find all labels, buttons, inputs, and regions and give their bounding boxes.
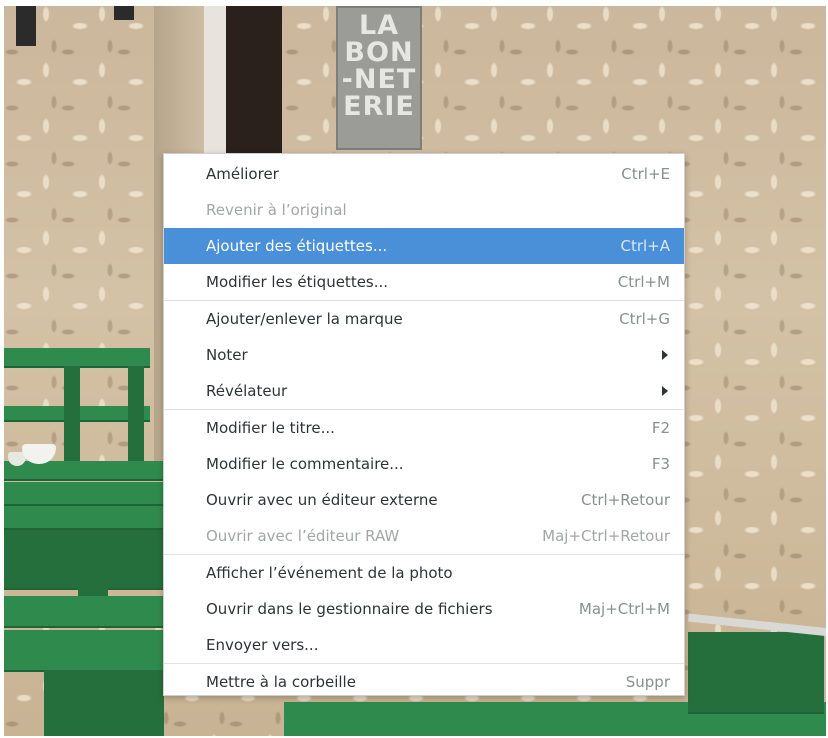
menu-item-shortcut: Suppr bbox=[625, 673, 670, 691]
table-plank bbox=[4, 482, 164, 506]
menu-item-label: Révélateur bbox=[206, 382, 288, 400]
menu-item-label: Ajouter/enlever la marque bbox=[206, 310, 403, 328]
menu-item-label: Ouvrir avec un éditeur externe bbox=[206, 491, 438, 509]
menu-item-noter[interactable]: Noter bbox=[164, 337, 684, 373]
door-frame bbox=[204, 6, 226, 156]
lower-bench bbox=[4, 630, 164, 672]
sign-line: ERIE bbox=[343, 91, 415, 122]
table-side bbox=[4, 530, 164, 590]
menu-item-shortcut: Maj+Ctrl+Retour bbox=[542, 527, 670, 545]
menu-item-envoyer-vers[interactable]: Envoyer vers... bbox=[164, 627, 684, 663]
menu-item-shortcut: Ctrl+A bbox=[620, 237, 670, 255]
menu-item-revelateur[interactable]: Révélateur bbox=[164, 373, 684, 409]
menu-item-ajouter-etiquettes[interactable]: Ajouter des étiquettes... Ctrl+A bbox=[164, 228, 684, 264]
menu-item-shortcut: F2 bbox=[651, 419, 670, 437]
menu-item-shortcut: Ctrl+E bbox=[621, 165, 670, 183]
sign-line: -NET bbox=[341, 64, 417, 95]
menu-item-label: Ajouter des étiquettes... bbox=[206, 237, 388, 255]
doorway bbox=[226, 6, 282, 156]
menu-item-label: Ouvrir dans le gestionnaire de fichiers bbox=[206, 600, 493, 618]
menu-item-label: Afficher l’événement de la photo bbox=[206, 564, 453, 582]
menu-item-mettre-corbeille[interactable]: Mettre à la corbeille Suppr bbox=[164, 664, 684, 700]
menu-item-modifier-etiquettes[interactable]: Modifier les étiquettes... Ctrl+M bbox=[164, 264, 684, 300]
menu-item-modifier-titre[interactable]: Modifier le titre... F2 bbox=[164, 410, 684, 446]
menu-item-afficher-evenement[interactable]: Afficher l’événement de la photo bbox=[164, 555, 684, 591]
menu-item-shortcut: Ctrl+M bbox=[617, 273, 670, 291]
sign-line: BON bbox=[344, 37, 414, 68]
bench-backrest bbox=[4, 348, 150, 368]
menu-item-label: Revenir à l’original bbox=[206, 201, 347, 219]
menu-item-label: Mettre à la corbeille bbox=[206, 673, 356, 691]
menu-item-label: Modifier le titre... bbox=[206, 419, 335, 437]
menu-item-label: Modifier le commentaire... bbox=[206, 455, 404, 473]
chevron-right-icon bbox=[662, 350, 668, 360]
menu-item-label: Améliorer bbox=[206, 165, 279, 183]
menu-item-label: Envoyer vers... bbox=[206, 636, 319, 654]
table-top bbox=[4, 461, 164, 481]
menu-item-modifier-commentaire[interactable]: Modifier le commentaire... F3 bbox=[164, 446, 684, 482]
lower-bench-side bbox=[44, 670, 164, 736]
menu-item-ouvrir-gestionnaire-fichiers[interactable]: Ouvrir dans le gestionnaire de fichiers … bbox=[164, 591, 684, 627]
menu-item-ajouter-enlever-marque[interactable]: Ajouter/enlever la marque Ctrl+G bbox=[164, 301, 684, 337]
menu-item-ameliorer[interactable]: Améliorer Ctrl+E bbox=[164, 156, 684, 192]
right-bench bbox=[688, 632, 824, 714]
menu-item-shortcut: F3 bbox=[651, 455, 670, 473]
menu-item-label: Ouvrir avec l’éditeur RAW bbox=[206, 527, 400, 545]
wall-lamp bbox=[114, 6, 134, 20]
menu-item-ouvrir-editeur-raw: Ouvrir avec l’éditeur RAW Maj+Ctrl+Retou… bbox=[164, 518, 684, 554]
menu-item-ouvrir-editeur-externe[interactable]: Ouvrir avec un éditeur externe Ctrl+Reto… bbox=[164, 482, 684, 518]
lower-bench bbox=[4, 596, 164, 628]
menu-item-shortcut: Maj+Ctrl+M bbox=[578, 600, 670, 618]
menu-item-label: Modifier les étiquettes... bbox=[206, 273, 389, 291]
menu-item-shortcut: Ctrl+Retour bbox=[581, 491, 670, 509]
menu-item-revenir-original: Revenir à l’original bbox=[164, 192, 684, 228]
wall-lamp bbox=[16, 6, 36, 46]
chevron-right-icon bbox=[662, 386, 668, 396]
context-menu: Améliorer Ctrl+E Revenir à l’original Aj… bbox=[163, 153, 685, 696]
sign-line: LA bbox=[358, 10, 400, 41]
menu-item-label: Noter bbox=[206, 346, 248, 364]
shop-sign: LA BON -NET ERIE bbox=[336, 6, 422, 150]
menu-item-shortcut: Ctrl+G bbox=[619, 310, 670, 328]
table-plank bbox=[4, 506, 164, 530]
